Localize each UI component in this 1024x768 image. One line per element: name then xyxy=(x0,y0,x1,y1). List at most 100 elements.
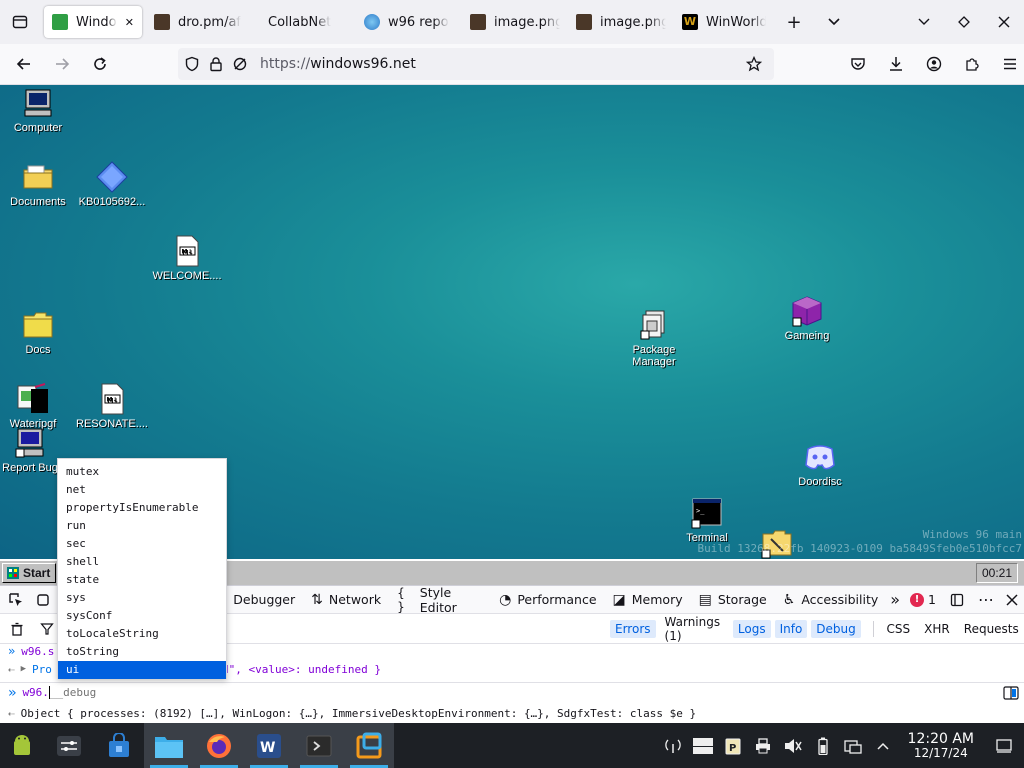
bookmark-star-icon[interactable] xyxy=(746,56,762,72)
taskbar-virtualbox[interactable] xyxy=(344,723,394,768)
filter-errors[interactable]: Errors xyxy=(610,619,656,638)
writer-icon: W xyxy=(257,733,281,758)
os-clock[interactable]: 12:20 AM 12/17/24 xyxy=(908,732,974,760)
tab-memory[interactable]: ◪ Memory xyxy=(605,586,691,614)
desktop-icon-doordisc[interactable]: Doordisc xyxy=(780,441,860,488)
pocket-button[interactable] xyxy=(840,48,876,80)
autocomplete-item-selected[interactable]: ui xyxy=(58,661,226,679)
taskbar-files[interactable] xyxy=(144,723,194,768)
console-input[interactable]: » w96. __debug xyxy=(0,682,1024,702)
lock-icon[interactable] xyxy=(208,56,224,72)
desktop-icon-computer[interactable]: Computer xyxy=(0,87,78,134)
close-devtools-button[interactable] xyxy=(1000,586,1024,614)
error-count-badge[interactable]: ! 1 xyxy=(904,586,942,614)
autocomplete-item[interactable]: toLocaleString xyxy=(58,625,226,643)
new-tab-button[interactable]: + xyxy=(774,0,814,44)
autocomplete-item[interactable]: sys xyxy=(58,589,226,607)
clear-console-button[interactable] xyxy=(0,622,34,636)
desktop-icon-gameing[interactable]: Gameing xyxy=(767,295,847,342)
filter-debug[interactable]: Debug xyxy=(811,619,861,638)
autocomplete-item[interactable]: mutex xyxy=(58,463,226,481)
close-icon xyxy=(1006,593,1018,606)
tab-style-editor[interactable]: { } Style Editor xyxy=(389,585,491,615)
tab-accessibility[interactable]: ♿ Accessibility xyxy=(775,586,886,614)
downloads-button[interactable] xyxy=(878,48,914,80)
autocomplete-item[interactable]: state xyxy=(58,571,226,589)
desktop-icon-docs[interactable]: Docs xyxy=(0,309,78,356)
desktop-icon-resonate[interactable]: M↓ RESONATE.... xyxy=(72,383,152,430)
tab-windows96[interactable]: Windows 96 ✕ xyxy=(44,6,142,38)
taskbar-terminal[interactable] xyxy=(294,723,344,768)
tab-w96-repo[interactable]: w96 repo xyxy=(356,6,462,38)
menu-button[interactable] xyxy=(992,48,1024,80)
desktop-icon-kb0105692[interactable]: KB0105692... xyxy=(72,161,152,208)
tab-performance[interactable]: ◔ Performance xyxy=(491,586,604,614)
autocomplete-item[interactable]: sec xyxy=(58,535,226,553)
filter-css[interactable]: CSS xyxy=(882,620,916,638)
more-tools-button[interactable]: » xyxy=(886,586,904,614)
tray-network[interactable] xyxy=(838,723,868,768)
expand-triangle-icon[interactable]: ▶ xyxy=(21,664,26,674)
filter-requests[interactable]: Requests xyxy=(959,620,1024,638)
tab-overflow-button[interactable] xyxy=(814,0,854,44)
extensions-button[interactable] xyxy=(954,48,990,80)
taskbar-app-launcher[interactable] xyxy=(0,723,44,768)
devtools-options-button[interactable]: ⋯ xyxy=(972,586,1000,614)
tab-network[interactable]: ⇅ Network xyxy=(303,586,389,614)
dock-side-button[interactable] xyxy=(942,586,972,614)
desktop-icon-package-manager[interactable]: Package Manager xyxy=(614,309,694,368)
desktop-icon-label: WELCOME.... xyxy=(152,270,222,282)
forward-button[interactable] xyxy=(44,48,80,80)
address-bar[interactable]: https://windows96.net xyxy=(178,48,774,80)
desktop-icon-documents[interactable]: Documents xyxy=(0,161,78,208)
permissions-icon[interactable] xyxy=(232,56,248,72)
taskbar-firefox[interactable] xyxy=(194,723,244,768)
tray-printer[interactable] xyxy=(748,723,778,768)
desktop-icon-label: Report Bug xyxy=(2,462,58,474)
desktop-icon-welcome[interactable]: M↓ WELCOME.... xyxy=(147,235,227,282)
firefox-icon xyxy=(207,733,231,758)
tab-winworld[interactable]: W WinWorld xyxy=(674,6,774,38)
tray-expand[interactable] xyxy=(868,723,898,768)
autocomplete-item[interactable]: run xyxy=(58,517,226,535)
tray-battery[interactable] xyxy=(808,723,838,768)
filter-xhr[interactable]: XHR xyxy=(919,620,955,638)
editor-mode-icon[interactable] xyxy=(1003,685,1019,700)
tray-notifications[interactable] xyxy=(658,723,688,768)
tray-volume[interactable] xyxy=(778,723,808,768)
tab-collabnet[interactable]: CollabNet xyxy=(252,6,356,38)
autocomplete-item[interactable]: propertyIsEnumerable xyxy=(58,499,226,517)
autocomplete-item[interactable]: shell xyxy=(58,553,226,571)
start-button[interactable]: Start xyxy=(2,563,56,583)
tray-display[interactable] xyxy=(688,723,718,768)
taskbar-store[interactable] xyxy=(94,723,144,768)
filter-warnings[interactable]: Warnings (1) xyxy=(660,613,729,645)
taskbar-wps[interactable]: W xyxy=(244,723,294,768)
shield-icon[interactable] xyxy=(184,56,200,72)
tab-storage[interactable]: ▤ Storage xyxy=(691,586,775,614)
maximize-button[interactable] xyxy=(944,0,984,44)
filter-info[interactable]: Info xyxy=(774,619,808,638)
tab-image-2[interactable]: image.png xyxy=(568,6,674,38)
autocomplete-item[interactable]: sysConf xyxy=(58,607,226,625)
taskbar-settings[interactable] xyxy=(44,723,94,768)
minimize-button[interactable] xyxy=(904,0,944,44)
close-window-button[interactable] xyxy=(984,0,1024,44)
tab-dropm[interactable]: dro.pm/af xyxy=(146,6,252,38)
element-picker-button[interactable] xyxy=(0,586,30,614)
responsive-design-button[interactable] xyxy=(30,586,56,614)
show-desktop-button[interactable] xyxy=(984,723,1024,768)
close-tab-icon[interactable]: ✕ xyxy=(125,16,134,29)
tray-clipboard[interactable]: P xyxy=(718,723,748,768)
autocomplete-item[interactable]: net xyxy=(58,481,226,499)
desktop-icon-terminal[interactable]: >_ Terminal xyxy=(667,497,747,544)
reload-button[interactable] xyxy=(82,48,118,80)
display-icon xyxy=(692,737,713,754)
tab-image-1[interactable]: image.png xyxy=(462,6,568,38)
tab-label: Accessibility xyxy=(801,592,879,607)
tab-list-button[interactable] xyxy=(0,0,40,44)
account-button[interactable] xyxy=(916,48,952,80)
filter-logs[interactable]: Logs xyxy=(732,619,771,638)
autocomplete-item[interactable]: toString xyxy=(58,643,226,661)
back-button[interactable] xyxy=(6,48,42,80)
